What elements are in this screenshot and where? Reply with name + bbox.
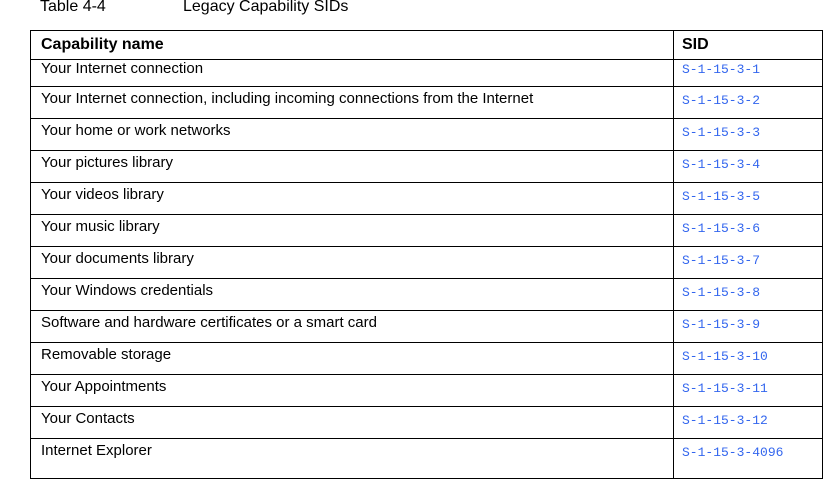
sid-cell: S-1-15-3-5: [673, 182, 823, 215]
capability-name-cell: Your music library: [30, 214, 674, 247]
capability-sids-table: Capability name SID Your Internet connec…: [30, 30, 823, 479]
table-row: Your Internet connection, including inco…: [30, 86, 823, 119]
table-row: Your videos library S-1-15-3-5: [30, 182, 823, 215]
column-header-sid: SID: [673, 30, 823, 60]
table-row: Your pictures library S-1-15-3-4: [30, 150, 823, 183]
capability-name-cell: Your pictures library: [30, 150, 674, 183]
sid-cell: S-1-15-3-8: [673, 278, 823, 311]
table-row: Your Contacts S-1-15-3-12: [30, 406, 823, 439]
table-row: Your documents library S-1-15-3-7: [30, 246, 823, 279]
table-title: Legacy Capability SIDs: [183, 0, 349, 15]
capability-name-cell: Internet Explorer: [30, 438, 674, 479]
table-row: Your Windows credentials S-1-15-3-8: [30, 278, 823, 311]
table-row: Your Internet connection S-1-15-3-1: [30, 59, 823, 87]
table-row: Your music library S-1-15-3-6: [30, 214, 823, 247]
sid-cell: S-1-15-3-4: [673, 150, 823, 183]
capability-name-cell: Your home or work networks: [30, 118, 674, 151]
sid-cell: S-1-15-3-4096: [673, 438, 823, 479]
sid-cell: S-1-15-3-11: [673, 374, 823, 407]
capability-name-cell: Software and hardware certificates or a …: [30, 310, 674, 343]
sid-cell: S-1-15-3-10: [673, 342, 823, 375]
sid-cell: S-1-15-3-9: [673, 310, 823, 343]
sid-cell: S-1-15-3-12: [673, 406, 823, 439]
sid-cell: S-1-15-3-6: [673, 214, 823, 247]
sid-cell: S-1-15-3-3: [673, 118, 823, 151]
capability-name-cell: Your Appointments: [30, 374, 674, 407]
table-row: Internet Explorer S-1-15-3-4096: [30, 438, 823, 479]
capability-name-cell: Your Internet connection: [30, 59, 674, 87]
capability-name-cell: Your Contacts: [30, 406, 674, 439]
sid-cell: S-1-15-3-2: [673, 86, 823, 119]
table-number: Table 4-4: [40, 0, 106, 15]
capability-name-cell: Your documents library: [30, 246, 674, 279]
table-row: Your Appointments S-1-15-3-11: [30, 374, 823, 407]
capability-name-cell: Your videos library: [30, 182, 674, 215]
column-header-capability-name: Capability name: [30, 30, 674, 60]
capability-name-cell: Removable storage: [30, 342, 674, 375]
capability-name-cell: Your Windows credentials: [30, 278, 674, 311]
capability-name-cell: Your Internet connection, including inco…: [30, 86, 674, 119]
table-row: Your home or work networks S-1-15-3-3: [30, 118, 823, 151]
table-row: Software and hardware certificates or a …: [30, 310, 823, 343]
sid-cell: S-1-15-3-1: [673, 59, 823, 87]
table-header-row: Capability name SID: [30, 30, 823, 60]
table-row: Removable storage S-1-15-3-10: [30, 342, 823, 375]
sid-cell: S-1-15-3-7: [673, 246, 823, 279]
